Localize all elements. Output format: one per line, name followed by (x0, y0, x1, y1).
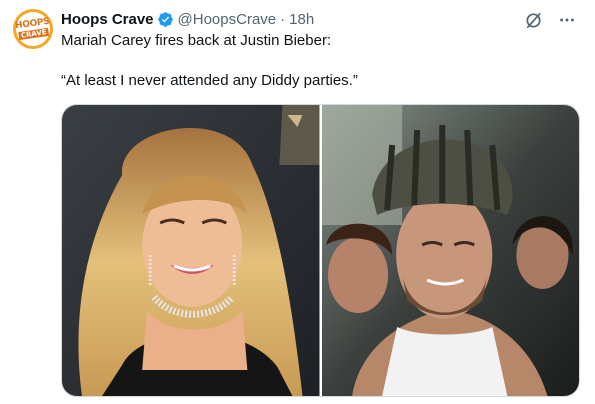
more-icon[interactable] (557, 10, 577, 30)
tweet-text-line-1: Mariah Carey fires back at Justin Bieber… (61, 32, 332, 49)
tweet-text-quote: “At least I never attended any Diddy par… (61, 72, 358, 89)
avatar[interactable]: HOOPS CRAVE (13, 9, 53, 49)
tweet-top-actions (523, 10, 577, 30)
justin-bieber-photo[interactable] (321, 105, 579, 396)
mariah-carey-photo[interactable] (62, 105, 320, 396)
timestamp[interactable]: 18h (289, 11, 314, 28)
author-name[interactable]: Hoops Crave (61, 11, 154, 28)
tweet-header: Hoops Crave @HoopsCrave · 18h (61, 9, 314, 29)
separator-dot: · (280, 10, 286, 28)
grok-icon[interactable] (523, 10, 543, 30)
tweet-media[interactable] (61, 104, 580, 397)
author-handle[interactable]: @HoopsCrave (178, 11, 277, 28)
hoops-crave-logo: HOOPS CRAVE (13, 9, 53, 49)
verified-badge-icon[interactable] (157, 11, 174, 28)
